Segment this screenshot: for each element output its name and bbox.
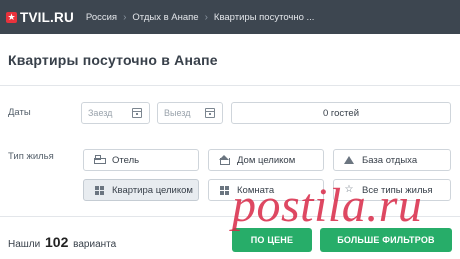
- dates-label: Даты: [8, 107, 31, 118]
- results-prefix: Нашли: [8, 239, 41, 250]
- results-count: Нашли 102 варианта: [8, 234, 116, 250]
- house-icon: [219, 155, 230, 165]
- bed-icon: [94, 155, 106, 165]
- chevron-right-icon: ›: [204, 11, 208, 23]
- housing-option-all[interactable]: ☆ Все типы жилья: [333, 179, 451, 201]
- star-outline-icon: ☆: [344, 184, 354, 195]
- star-icon: ★: [6, 11, 17, 23]
- logo-text: TVIL.RU: [20, 9, 74, 25]
- housing-option-label: Комната: [237, 184, 275, 196]
- housing-option-apartment[interactable]: Квартира целиком: [83, 179, 199, 201]
- housing-option-label: Дом целиком: [237, 154, 296, 166]
- divider: [0, 216, 460, 217]
- breadcrumb-item-russia[interactable]: Россия: [86, 12, 117, 23]
- chevron-right-icon: ›: [123, 11, 127, 23]
- calendar-icon: [205, 108, 215, 118]
- grid-icon: [219, 185, 229, 195]
- housing-option-label: База отдыха: [362, 154, 418, 166]
- housing-option-resort[interactable]: База отдыха: [333, 149, 451, 171]
- breadcrumb-item-anapa[interactable]: Отдых в Анапе: [132, 12, 198, 23]
- checkout-placeholder: Выезд: [164, 108, 191, 118]
- checkin-field[interactable]: Заезд: [81, 102, 150, 124]
- housing-option-label: Квартира целиком: [112, 184, 193, 196]
- tent-icon: [344, 155, 354, 165]
- housing-option-house[interactable]: Дом целиком: [208, 149, 324, 171]
- grid-icon: [94, 185, 104, 195]
- sort-button-label: ПО ЦЕНЕ: [250, 235, 294, 245]
- housing-type-label: Тип жилья: [8, 151, 54, 162]
- breadcrumb: Россия › Отдых в Анапе › Квартиры посуто…: [86, 12, 315, 23]
- guests-value: 0 гостей: [322, 107, 360, 119]
- results-suffix: варианта: [73, 239, 117, 250]
- more-filters-button[interactable]: БОЛЬШЕ ФИЛЬТРОВ: [320, 228, 452, 252]
- page-title: Квартиры посуточно в Анапе: [8, 52, 218, 68]
- housing-option-label: Отель: [112, 154, 140, 166]
- divider: [0, 85, 460, 86]
- logo[interactable]: ★ TVIL.RU: [6, 0, 74, 34]
- housing-option-label: Все типы жилья: [362, 184, 433, 196]
- guests-selector[interactable]: 0 гостей: [231, 102, 451, 124]
- filters-button-label: БОЛЬШЕ ФИЛЬТРОВ: [337, 235, 435, 245]
- checkout-field[interactable]: Выезд: [157, 102, 223, 124]
- results-number: 102: [45, 234, 69, 250]
- breadcrumb-item-current: Квартиры посуточно ...: [213, 11, 315, 23]
- top-navigation-bar: ★ TVIL.RU Россия › Отдых в Анапе › Кварт…: [0, 0, 460, 34]
- checkin-placeholder: Заезд: [88, 108, 113, 118]
- calendar-icon: [132, 108, 142, 118]
- housing-option-hotel[interactable]: Отель: [83, 149, 199, 171]
- housing-option-room[interactable]: Комната: [208, 179, 324, 201]
- sort-by-price-button[interactable]: ПО ЦЕНЕ: [232, 228, 312, 252]
